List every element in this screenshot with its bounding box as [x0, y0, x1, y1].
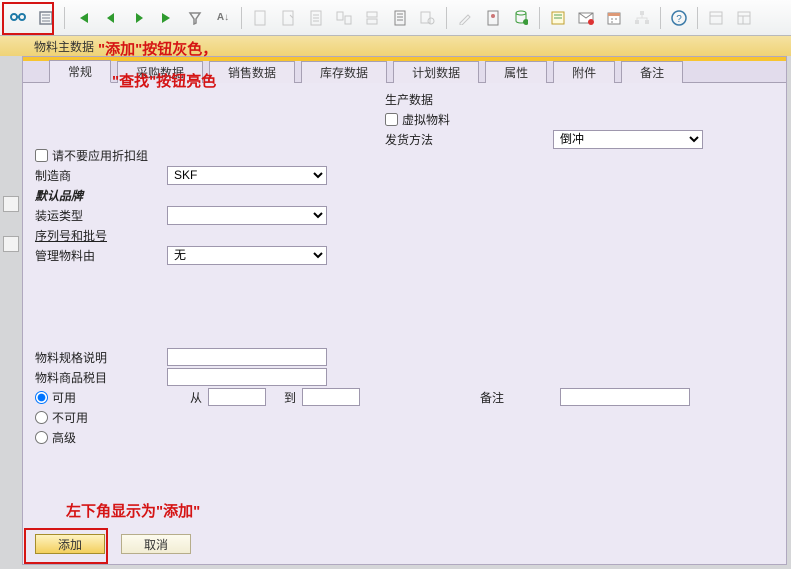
- tree-icon[interactable]: [360, 6, 384, 30]
- remark-label: 备注: [480, 389, 560, 406]
- tab-attach[interactable]: 附件: [553, 61, 615, 83]
- filter-icon[interactable]: [183, 6, 207, 30]
- tab-content: 生产数据 虚拟物料 发货方法 倒冲 请不要应用折扣组 制造商 SKF: [23, 83, 786, 524]
- window-title: 物料主数据: [34, 38, 94, 55]
- mail-icon[interactable]: [574, 6, 598, 30]
- tab-attr[interactable]: 属性: [485, 61, 547, 83]
- from-input[interactable]: [208, 388, 266, 406]
- sort-az-icon[interactable]: A↓: [211, 6, 235, 30]
- doc2-icon[interactable]: [276, 6, 300, 30]
- doc1-icon[interactable]: [248, 6, 272, 30]
- svg-text:?: ?: [676, 14, 682, 25]
- button-bar: 添加 取消: [23, 530, 786, 558]
- tab-purchase[interactable]: 采购数据: [117, 61, 203, 83]
- tab-plan[interactable]: 计划数据: [393, 61, 479, 83]
- unavailable-radio[interactable]: [35, 411, 48, 424]
- manufacturer-select[interactable]: SKF: [167, 166, 327, 185]
- tools-icon[interactable]: [481, 6, 505, 30]
- separator: [241, 7, 242, 29]
- tariff-label: 物料商品税目: [35, 369, 167, 386]
- add-button[interactable]: 添加: [35, 534, 105, 554]
- spec-desc-input[interactable]: [167, 348, 327, 366]
- tab-remark[interactable]: 备注: [621, 61, 683, 83]
- tab-sales[interactable]: 销售数据: [209, 61, 295, 83]
- last-icon[interactable]: [155, 6, 179, 30]
- note-icon[interactable]: [546, 6, 570, 30]
- help-icon[interactable]: ?: [667, 6, 691, 30]
- advanced-label: 高级: [52, 429, 76, 446]
- form-icon[interactable]: [388, 6, 412, 30]
- ship-type-select[interactable]: [167, 206, 327, 225]
- advanced-radio[interactable]: [35, 431, 48, 444]
- prev-icon[interactable]: [99, 6, 123, 30]
- layout1-icon[interactable]: [704, 6, 728, 30]
- tab-general[interactable]: 常规: [49, 60, 111, 83]
- available-label: 可用: [52, 389, 166, 406]
- separator: [446, 7, 447, 29]
- from-label: 从: [166, 389, 208, 406]
- tariff-input[interactable]: [167, 368, 327, 386]
- ship-type-label: 装运类型: [35, 207, 167, 224]
- separator: [64, 7, 65, 29]
- edit-icon[interactable]: [453, 6, 477, 30]
- next-icon[interactable]: [127, 6, 151, 30]
- virtual-checkbox[interactable]: [385, 113, 398, 126]
- to-input[interactable]: [302, 388, 360, 406]
- layout2-icon[interactable]: [732, 6, 756, 30]
- search-icon[interactable]: [416, 6, 440, 30]
- calendar-icon[interactable]: [602, 6, 626, 30]
- manufacturer-label: 制造商: [35, 167, 167, 184]
- manage-by-select[interactable]: 无: [167, 246, 327, 265]
- calc-icon[interactable]: [304, 6, 328, 30]
- serial-batch-label: 序列号和批号: [35, 227, 167, 244]
- tab-bar: 常规 采购数据 销售数据 库存数据 计划数据 属性 附件 备注: [23, 61, 786, 83]
- left-gutter: [0, 56, 22, 565]
- find-icon[interactable]: [6, 6, 30, 30]
- db-icon[interactable]: [509, 6, 533, 30]
- main-toolbar: A↓ ?: [0, 0, 791, 36]
- separator: [660, 7, 661, 29]
- cancel-button[interactable]: 取消: [121, 534, 191, 554]
- manage-by-label: 管理物料由: [35, 247, 167, 264]
- first-icon[interactable]: [71, 6, 95, 30]
- virtual-label: 虚拟物料: [402, 111, 450, 128]
- spec-desc-label: 物料规格说明: [35, 349, 167, 366]
- org-icon[interactable]: [630, 6, 654, 30]
- relate-icon[interactable]: [332, 6, 356, 30]
- unavailable-label: 不可用: [52, 409, 88, 426]
- separator: [697, 7, 698, 29]
- remark-input[interactable]: [560, 388, 690, 406]
- prod-data-label: 生产数据: [385, 91, 433, 108]
- default-brand-label: 默认品牌: [35, 187, 167, 204]
- list-icon[interactable]: [34, 6, 58, 30]
- window-body: 常规 采购数据 销售数据 库存数据 计划数据 属性 附件 备注 生产数据 虚拟物…: [22, 56, 787, 565]
- separator: [539, 7, 540, 29]
- window-title-bar: 物料主数据: [0, 36, 791, 56]
- tab-inventory[interactable]: 库存数据: [301, 61, 387, 83]
- available-radio[interactable]: [35, 391, 48, 404]
- to-label: 到: [266, 389, 302, 406]
- no-discount-label: 请不要应用折扣组: [52, 147, 148, 164]
- no-discount-checkbox[interactable]: [35, 149, 48, 162]
